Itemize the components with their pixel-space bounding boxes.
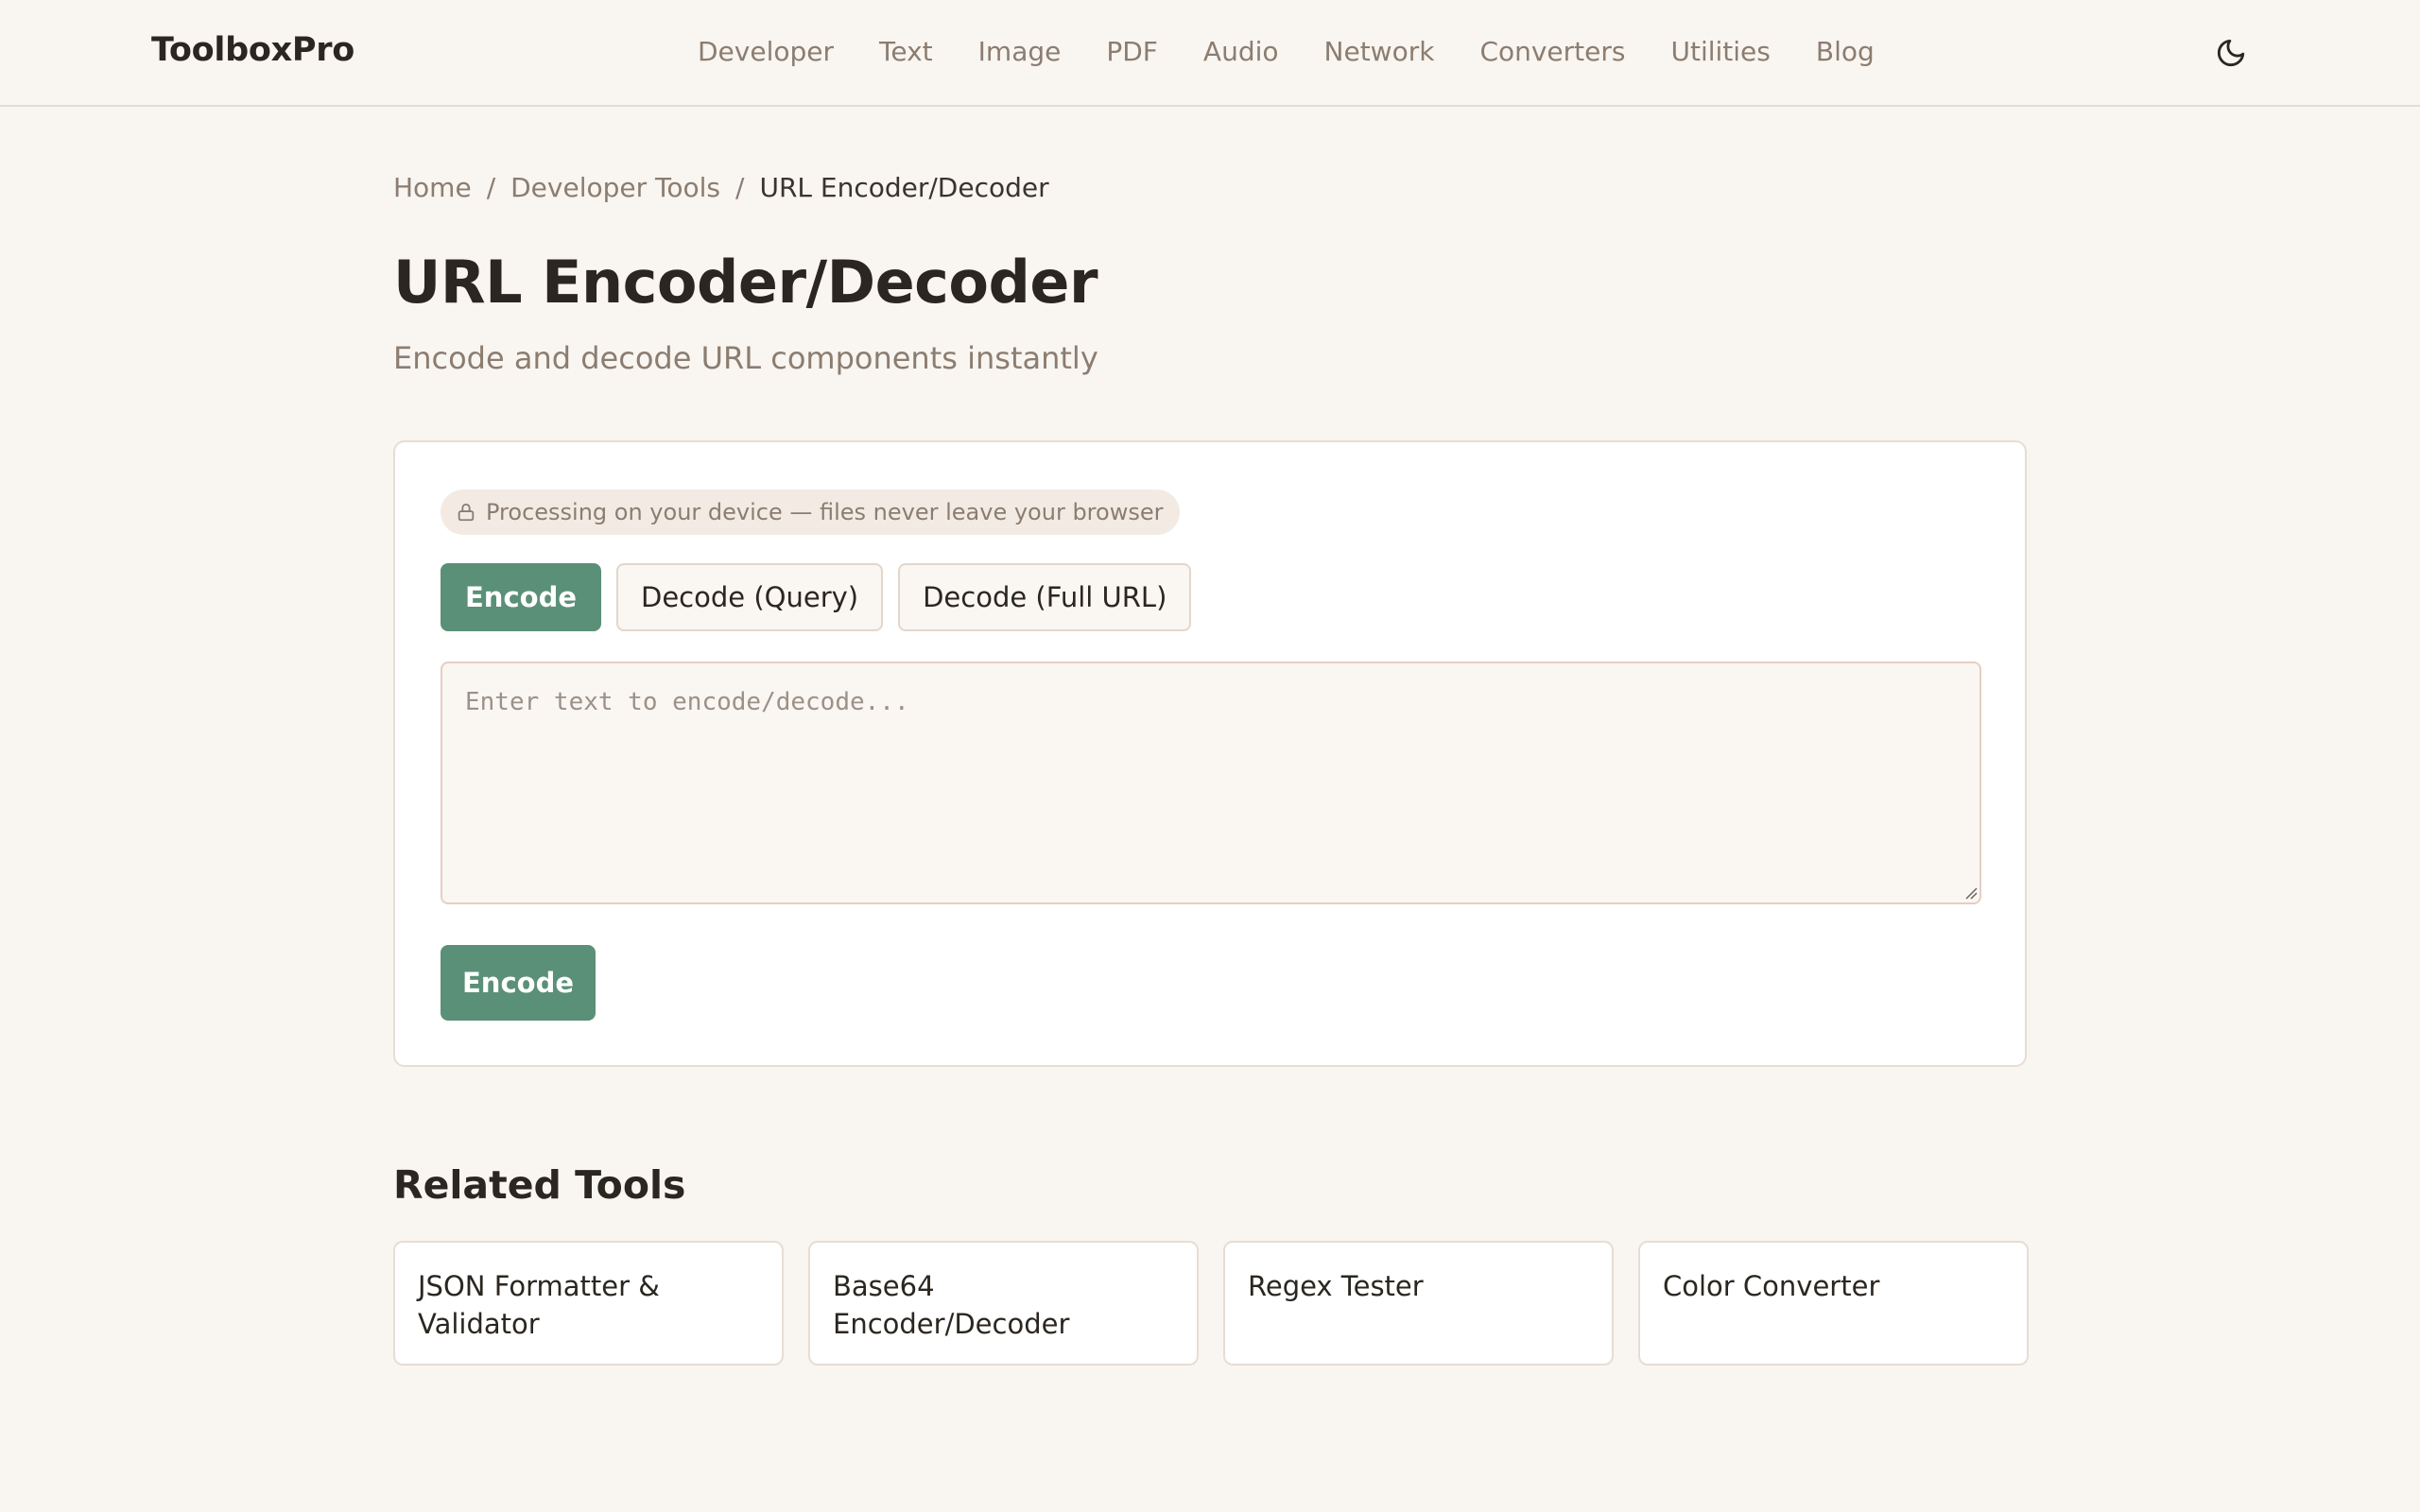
site-header: ToolboxPro Developer Text Image PDF Audi…	[0, 0, 2420, 107]
breadcrumb-developer-tools[interactable]: Developer Tools	[510, 172, 720, 203]
nav-network[interactable]: Network	[1324, 36, 1435, 67]
breadcrumb-separator: /	[735, 172, 745, 203]
breadcrumb-separator: /	[486, 172, 496, 203]
related-tools-heading: Related Tools	[393, 1162, 686, 1208]
breadcrumb-home[interactable]: Home	[393, 172, 472, 203]
breadcrumb: Home / Developer Tools / URL Encoder/Dec…	[393, 172, 1049, 203]
related-tool-color-converter[interactable]: Color Converter	[1638, 1241, 2029, 1366]
nav-audio[interactable]: Audio	[1203, 36, 1279, 67]
nav-text[interactable]: Text	[879, 36, 933, 67]
brand-logo[interactable]: ToolboxPro	[151, 31, 354, 69]
main-nav: Developer Text Image PDF Audio Network C…	[698, 36, 1875, 67]
text-input[interactable]	[441, 662, 1981, 904]
page-subtitle: Encode and decode URL components instant…	[393, 340, 1098, 376]
breadcrumb-current: URL Encoder/Decoder	[759, 172, 1049, 203]
nav-developer[interactable]: Developer	[698, 36, 834, 67]
privacy-badge: Processing on your device — files never …	[441, 490, 1181, 535]
lock-icon	[458, 503, 475, 522]
related-tool-base64[interactable]: Base64 Encoder/Decoder	[808, 1241, 1199, 1366]
encode-button[interactable]: Encode	[441, 945, 596, 1021]
resize-handle-icon[interactable]	[1964, 886, 1978, 900]
theme-toggle-button[interactable]	[2212, 34, 2250, 72]
related-tool-regex-tester[interactable]: Regex Tester	[1223, 1241, 1614, 1366]
privacy-note: Processing on your device — files never …	[486, 499, 1164, 525]
nav-image[interactable]: Image	[978, 36, 1062, 67]
moon-icon	[2217, 39, 2245, 67]
tab-decode-full-url[interactable]: Decode (Full URL)	[898, 563, 1192, 631]
nav-blog[interactable]: Blog	[1816, 36, 1875, 67]
page-title: URL Encoder/Decoder	[393, 248, 1098, 317]
nav-pdf[interactable]: PDF	[1106, 36, 1158, 67]
tool-card: Processing on your device — files never …	[393, 440, 2027, 1067]
mode-tabs: Encode Decode (Query) Decode (Full URL)	[441, 563, 1192, 631]
related-tools-grid: JSON Formatter & Validator Base64 Encode…	[393, 1241, 2029, 1366]
related-tool-json-formatter[interactable]: JSON Formatter & Validator	[393, 1241, 784, 1366]
nav-converters[interactable]: Converters	[1479, 36, 1625, 67]
nav-utilities[interactable]: Utilities	[1670, 36, 1770, 67]
tab-decode-query[interactable]: Decode (Query)	[616, 563, 884, 631]
tab-encode[interactable]: Encode	[441, 563, 601, 631]
